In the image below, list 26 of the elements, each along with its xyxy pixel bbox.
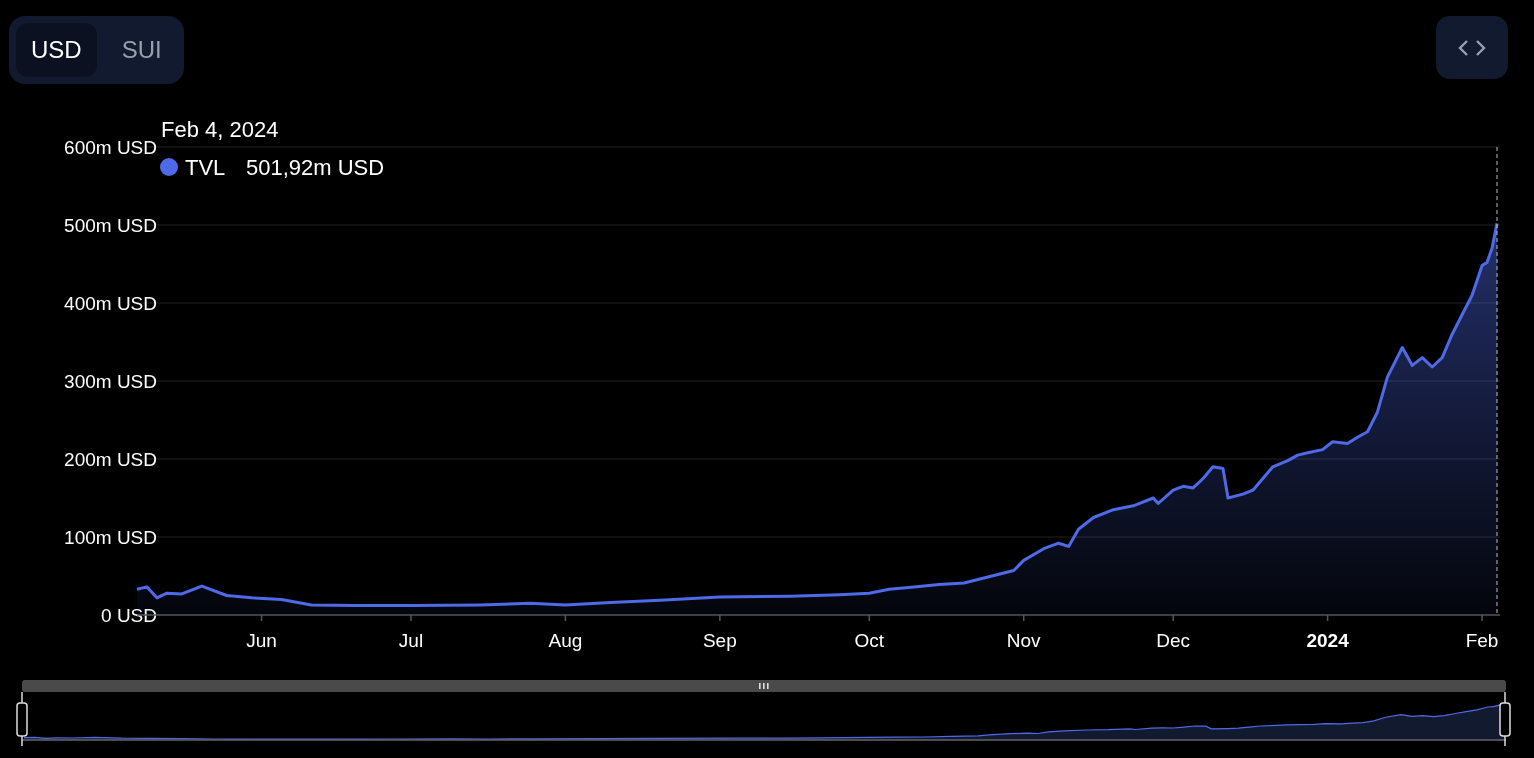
x-axis-label: Jun <box>246 630 277 651</box>
y-axis-label: 400m USD <box>64 293 157 314</box>
x-axis-label: Nov <box>1006 630 1041 651</box>
currency-tab[interactable]: SUI <box>106 23 177 77</box>
range-handle[interactable] <box>1499 691 1511 747</box>
x-axis-label: 2024 <box>1306 630 1349 651</box>
x-axis-label: Sep <box>702 630 737 651</box>
y-axis-label: 300m USD <box>64 371 157 392</box>
y-axis-label: 600m USD <box>64 137 157 158</box>
code-icon <box>1458 38 1486 57</box>
x-axis-label: Aug <box>548 630 583 651</box>
tooltip-date: Feb 4, 2024 <box>161 117 279 142</box>
range-handle[interactable] <box>16 691 28 747</box>
x-axis-label: Dec <box>1156 630 1191 651</box>
series-dot-icon <box>160 158 178 176</box>
tooltip-value: 501,92m USD <box>246 155 385 180</box>
y-axis-label: 0 USD <box>101 605 157 626</box>
y-axis-label: 500m USD <box>64 215 157 236</box>
y-axis-label: 100m USD <box>64 527 157 548</box>
y-axis-label: 200m USD <box>64 449 157 470</box>
grip-icon[interactable] <box>759 683 769 689</box>
tooltip-series-name: TVL <box>185 155 226 180</box>
currency-tab[interactable]: USD <box>16 23 97 77</box>
x-axis-label: Oct <box>854 630 885 651</box>
x-axis-label: Jul <box>398 630 424 651</box>
x-axis-label: Feb <box>1465 630 1499 651</box>
